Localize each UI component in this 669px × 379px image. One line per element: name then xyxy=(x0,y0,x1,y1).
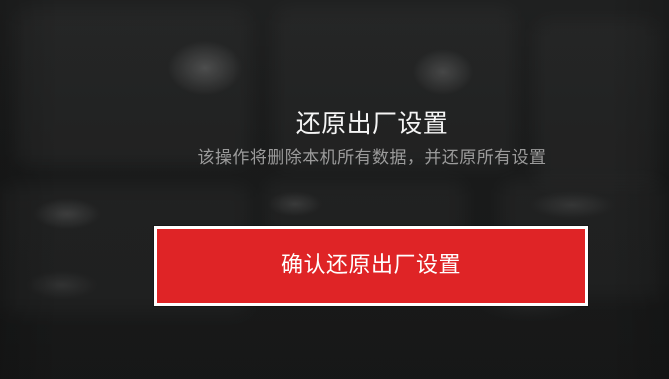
background-overlay xyxy=(0,0,669,379)
dialog-title: 还原出厂设置 xyxy=(295,109,449,138)
confirm-factory-reset-button[interactable]: 确认还原出厂设置 xyxy=(154,226,588,306)
blurred-background-card xyxy=(275,8,515,168)
factory-reset-screen: 还原出厂设置 该操作将删除本机所有数据，并还原所有设置 确认还原出厂设置 xyxy=(0,0,669,379)
blurred-app-background xyxy=(0,0,669,379)
dialog-warning-text: 该操作将删除本机所有数据，并还原所有设置 xyxy=(197,148,547,168)
